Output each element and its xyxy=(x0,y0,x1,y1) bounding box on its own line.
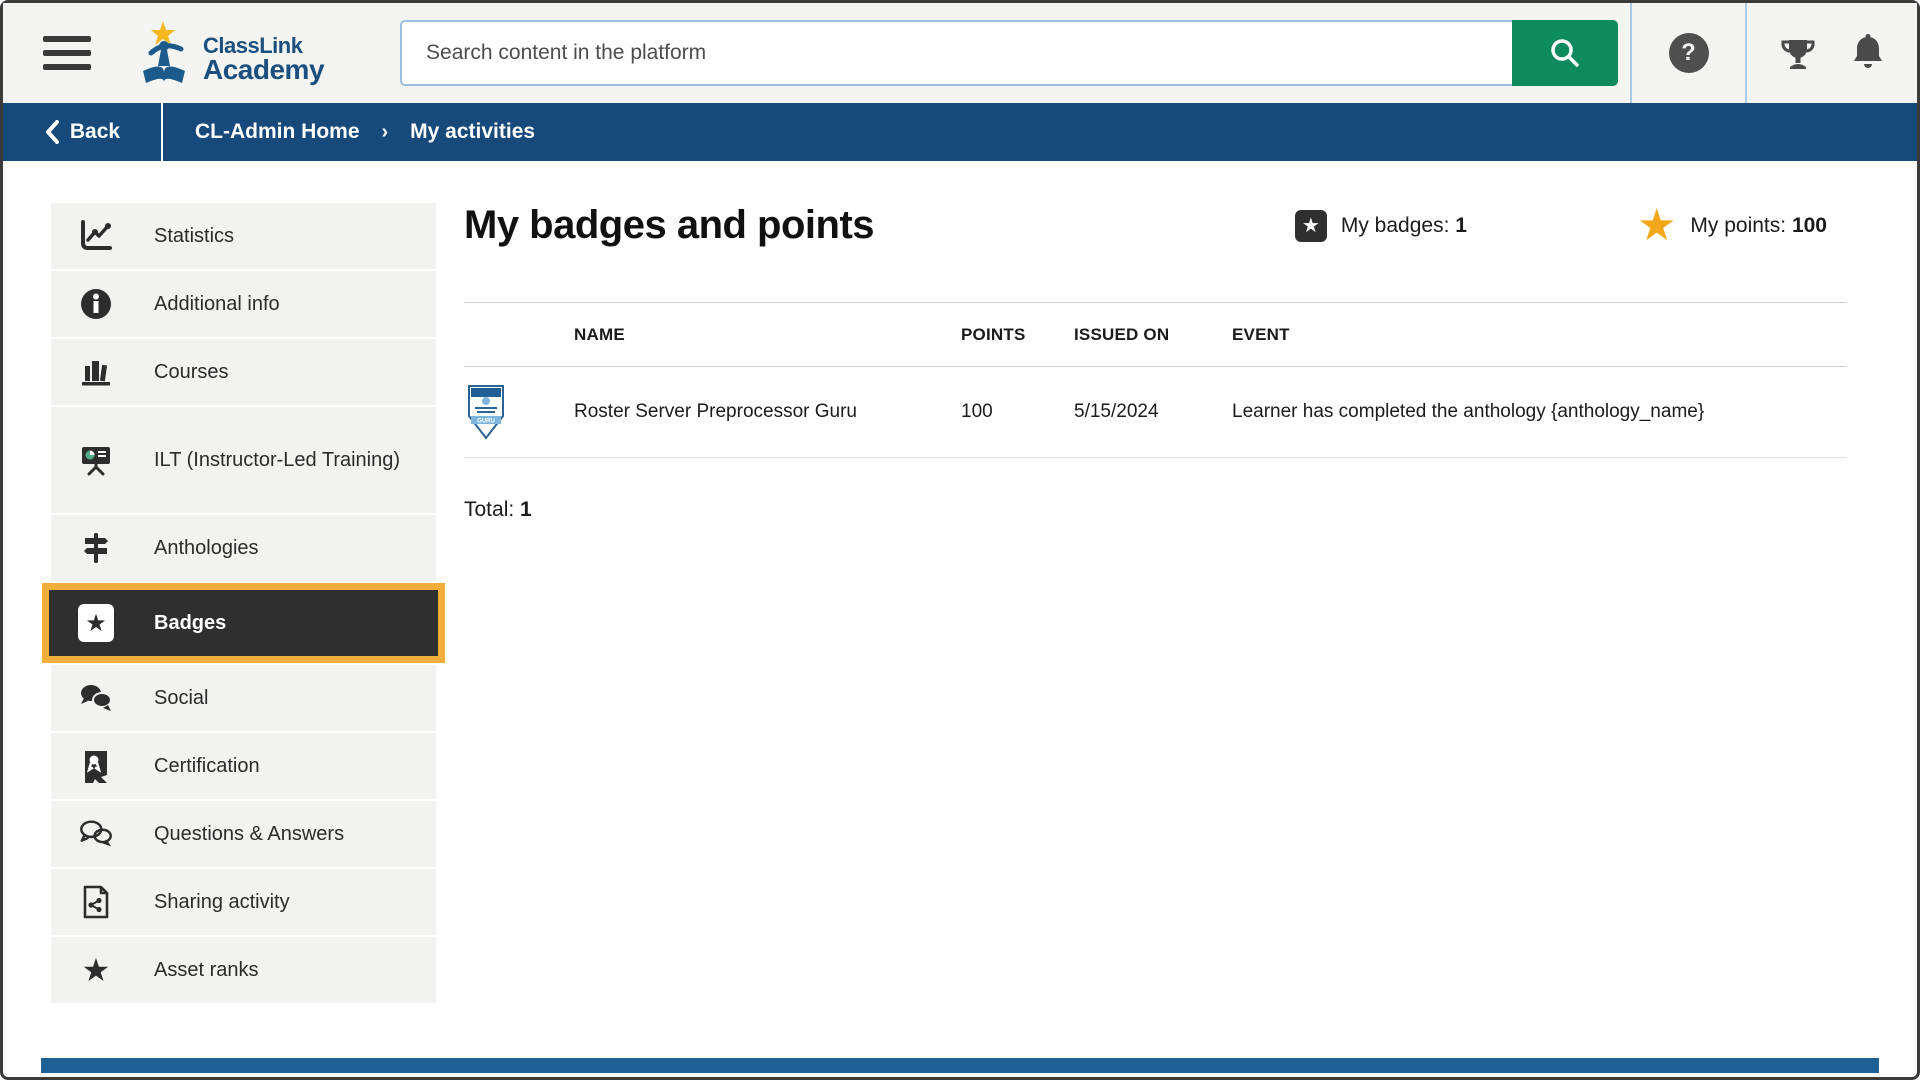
sidebar: Statistics Additional info xyxy=(51,203,436,1005)
bottom-bar xyxy=(41,1058,1879,1073)
chevron-left-icon xyxy=(44,120,60,144)
total-line: Total: 1 xyxy=(464,498,1847,522)
logo-mark-icon xyxy=(133,19,197,87)
question-bubbles-icon xyxy=(78,818,114,850)
sidebar-item-label: Statistics xyxy=(154,223,246,250)
line-chart-icon xyxy=(78,220,114,252)
badge-star-icon: ★ xyxy=(1295,210,1327,242)
my-badges-label: My badges: xyxy=(1341,214,1450,237)
badge-star-icon: ★ xyxy=(78,604,114,642)
certificate-icon xyxy=(78,749,114,783)
badge-image: GURU xyxy=(464,383,508,441)
sidebar-item-statistics[interactable]: Statistics xyxy=(51,203,436,269)
main-panel: My badges and points ★ My badges: 1 ★ My… xyxy=(436,203,1917,1005)
magnifier-icon xyxy=(1548,36,1582,70)
bell-icon[interactable] xyxy=(1850,33,1886,73)
column-header-event: EVENT xyxy=(1232,325,1847,345)
my-points-label: My points: xyxy=(1690,214,1786,237)
help-icon[interactable]: ? xyxy=(1669,33,1709,73)
logo-text-line2: Academy xyxy=(203,57,324,84)
sidebar-item-label: Anthologies xyxy=(154,535,271,562)
classlink-academy-logo: ClassLink Academy xyxy=(133,3,324,103)
breadcrumb-item-current[interactable]: My activities xyxy=(410,120,535,144)
badge-ribbon-label: GURU xyxy=(477,419,495,425)
total-label: Total: xyxy=(464,498,514,521)
sidebar-item-label: Courses xyxy=(154,359,240,386)
breadcrumb: CL-Admin Home › My activities xyxy=(195,103,535,161)
chevron-right-icon: › xyxy=(382,121,389,144)
my-points-summary: ★ My points: 100 xyxy=(1637,204,1827,248)
cell-name: Roster Server Preprocessor Guru xyxy=(574,401,961,423)
sidebar-item-asset-ranks[interactable]: ★ Asset ranks xyxy=(51,937,436,1003)
summaries: ★ My badges: 1 ★ My points: 100 xyxy=(1295,204,1827,248)
back-label: Back xyxy=(70,120,120,144)
sidebar-item-badges[interactable]: ★ Badges xyxy=(42,583,445,663)
search-button[interactable] xyxy=(1512,20,1618,86)
sidebar-item-label: Social xyxy=(154,685,220,712)
table-header-row: NAME POINTS ISSUED ON EVENT xyxy=(464,303,1847,367)
sidebar-item-label: Certification xyxy=(154,753,272,780)
sidebar-item-questions-answers[interactable]: Questions & Answers xyxy=(51,801,436,867)
total-value: 1 xyxy=(520,498,532,521)
gold-star-icon: ★ xyxy=(1637,204,1676,248)
my-badges-summary: ★ My badges: 1 xyxy=(1295,210,1467,242)
column-header-points: POINTS xyxy=(961,325,1074,345)
share-document-icon xyxy=(78,885,114,919)
badges-table: NAME POINTS ISSUED ON EVENT GURU xyxy=(464,302,1847,458)
sidebar-item-label: Asset ranks xyxy=(154,957,270,984)
presentation-icon xyxy=(78,443,114,477)
sidebar-item-label: Questions & Answers xyxy=(154,821,356,848)
sidebar-item-certification[interactable]: Certification xyxy=(51,733,436,799)
breadcrumb-item-home[interactable]: CL-Admin Home xyxy=(195,120,360,144)
trophy-icon[interactable] xyxy=(1778,33,1818,73)
info-circle-icon xyxy=(78,287,114,321)
my-points-value: 100 xyxy=(1792,214,1827,237)
breadcrumb-bar: Back CL-Admin Home › My activities xyxy=(3,103,1917,161)
sidebar-item-label: ILT (Instructor-Led Training) xyxy=(154,447,412,474)
sidebar-item-ilt[interactable]: ILT (Instructor-Led Training) xyxy=(51,407,436,513)
books-icon xyxy=(78,356,114,388)
star-icon: ★ xyxy=(78,954,114,986)
my-badges-value: 1 xyxy=(1455,214,1467,237)
signpost-icon xyxy=(78,531,114,565)
back-button[interactable]: Back xyxy=(3,103,163,161)
sidebar-item-label: Additional info xyxy=(154,291,292,318)
cell-points: 100 xyxy=(961,401,1074,423)
sidebar-item-anthologies[interactable]: Anthologies xyxy=(51,515,436,581)
column-header-issued-on: ISSUED ON xyxy=(1074,325,1232,345)
content-area: Statistics Additional info xyxy=(3,161,1917,1005)
chat-bubbles-icon xyxy=(78,682,114,714)
cell-issued-on: 5/15/2024 xyxy=(1074,401,1232,423)
sidebar-item-label: Sharing activity xyxy=(154,889,302,916)
search-bar xyxy=(400,20,1618,86)
header-help-section: ? xyxy=(1630,3,1745,103)
page-title: My badges and points xyxy=(464,203,874,248)
cell-event: Learner has completed the anthology {ant… xyxy=(1232,401,1847,423)
header-icons-section xyxy=(1745,3,1917,103)
search-input[interactable] xyxy=(400,20,1512,86)
sidebar-item-courses[interactable]: Courses xyxy=(51,339,436,405)
column-header-name: NAME xyxy=(574,325,961,345)
top-header: ClassLink Academy ? xyxy=(3,3,1917,103)
sidebar-item-sharing-activity[interactable]: Sharing activity xyxy=(51,869,436,935)
sidebar-item-social[interactable]: Social xyxy=(51,665,436,731)
table-row: GURU Roster Server Preprocessor Guru 100… xyxy=(464,367,1847,458)
sidebar-item-label: Badges xyxy=(154,610,238,637)
sidebar-item-additional-info[interactable]: Additional info xyxy=(51,271,436,337)
menu-icon[interactable] xyxy=(43,36,91,70)
